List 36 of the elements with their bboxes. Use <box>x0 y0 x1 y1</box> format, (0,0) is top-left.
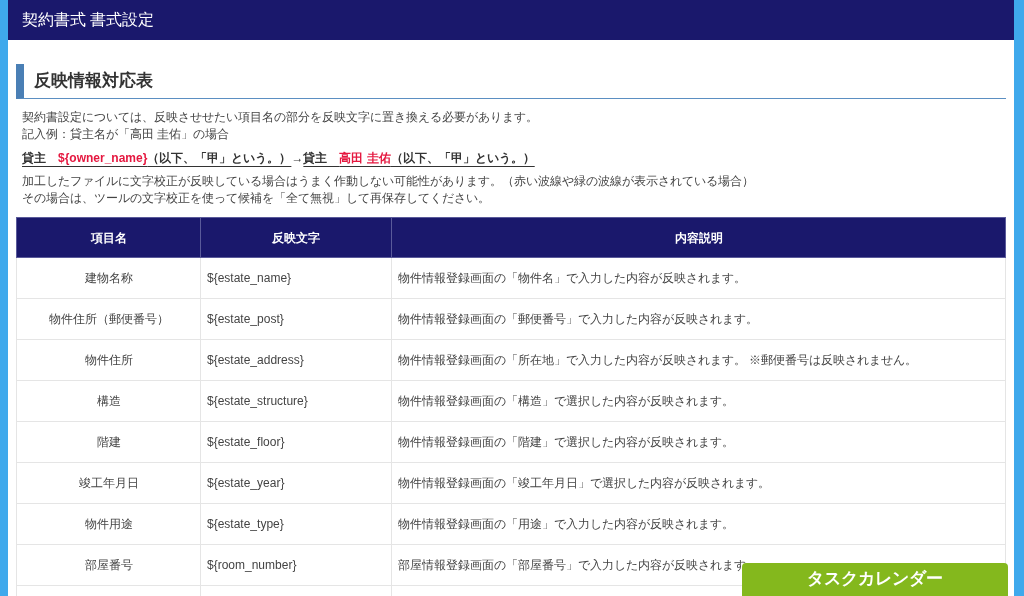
note-text: 加工したファイルに文字校正が反映している場合はうまく作動しない可能性があります。（赤い波線や緑の波線が表示されている場合） <box>22 173 755 190</box>
section-title: 反映情報対応表 <box>34 70 153 93</box>
table-cell: ${estate_year} <box>200 462 392 504</box>
table-cell: ${estate_address} <box>200 339 392 381</box>
intro-text: 契約書設定については、反映させせたい項目名の部分を反映文字に置き換える必要があります。 <box>22 109 539 126</box>
table-cell: 竣工年月日 <box>16 462 201 504</box>
table-cell: 物件住所 <box>16 339 201 381</box>
table-cell: 建物名称 <box>16 257 201 299</box>
note-text: その場合は、ツールの文字校正を使って候補を「全て無視」して再保存してください。 <box>22 190 491 207</box>
table-cell: 物件情報登録画面の「所在地」で入力した内容が反映されます。 ※郵便番号は反映されません。 <box>391 339 1006 381</box>
table-cell: 物件情報登録画面の「構造」で選択した内容が反映されます。 <box>391 380 1006 422</box>
column-header: 反映文字 <box>200 217 392 258</box>
table-cell: 階建 <box>16 421 201 463</box>
example-text: 貸主 高田 圭佑（以下、「甲」という。） <box>303 150 535 167</box>
table-cell: ${room_number} <box>200 544 392 586</box>
table-cell: 構造 <box>16 380 201 422</box>
task-calendar-button[interactable]: タスクカレンダー <box>742 563 1008 596</box>
table-cell: 物件情報登録画面の「竣工年月日」で選択した内容が反映されます。 <box>391 462 1006 504</box>
table-cell: 物件住所（郵便番号） <box>16 298 201 340</box>
table-cell: ${estate_type} <box>200 503 392 545</box>
example-text: 貸主 ${owner_name}（以下、「甲」という。） <box>22 150 292 167</box>
table-cell: ${estate_post} <box>200 298 392 340</box>
page-title: 契約書式 書式設定 <box>22 10 155 30</box>
table-cell: 物件用途 <box>16 503 201 545</box>
arrow-text: → <box>291 150 304 167</box>
table-cell: 物件情報登録画面の「階建」で選択した内容が反映されます。 <box>391 421 1006 463</box>
table-cell: 部屋番号 <box>16 544 201 586</box>
column-header: 内容説明 <box>391 217 1006 258</box>
table-cell: 物件情報登録画面の「用途」で入力した内容が反映されます。 <box>391 503 1006 545</box>
table-cell: ${estate_name} <box>200 257 392 299</box>
table-cell: ${estate_floor} <box>200 421 392 463</box>
table-cell: 物件情報登録画面の「物件名」で入力した内容が反映されます。 <box>391 257 1006 299</box>
table-cell: ${estate_structure} <box>200 380 392 422</box>
intro-text: 記入例：貸主名が「高田 圭佑」の場合 <box>22 126 231 143</box>
column-header: 項目名 <box>16 217 201 258</box>
table-cell: 物件情報登録画面の「郵便番号」で入力した内容が反映されます。 <box>391 298 1006 340</box>
